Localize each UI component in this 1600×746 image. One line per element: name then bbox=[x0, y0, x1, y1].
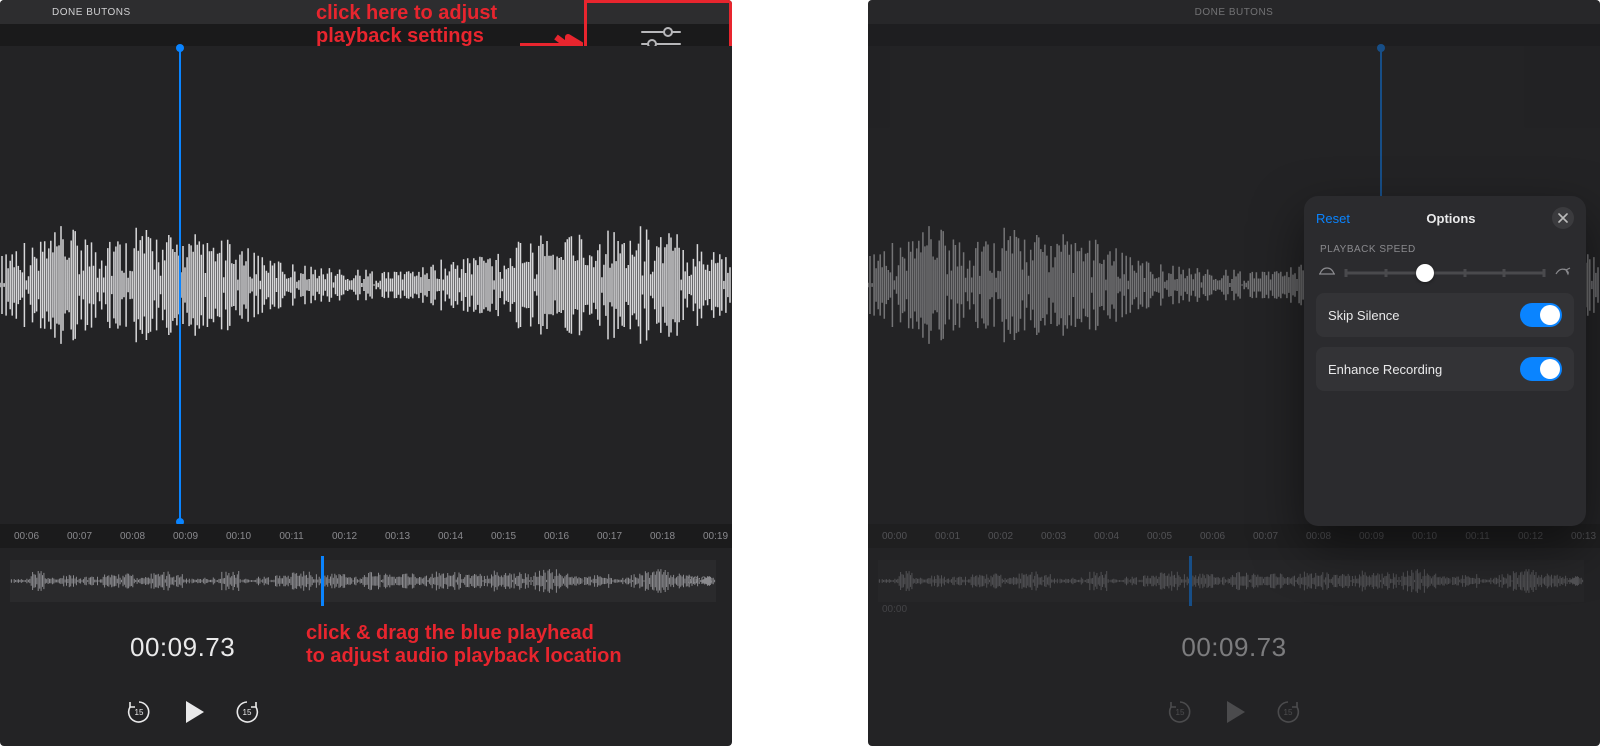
rewind-15-button[interactable]: 15 bbox=[126, 699, 152, 725]
time-ruler: 00:0600:0700:0800:0900:1000:1100:1200:13… bbox=[0, 524, 732, 548]
playback-speed-label: PLAYBACK SPEED bbox=[1320, 244, 1574, 255]
ruler-tick: 00:11 bbox=[1451, 531, 1504, 542]
ruler-tick: 00:11 bbox=[265, 531, 318, 542]
time-ruler: 00:0000:0100:0200:0300:0400:0500:0600:07… bbox=[868, 524, 1600, 548]
ruler-tick: 00:12 bbox=[1504, 531, 1557, 542]
ruler-tick: 00:14 bbox=[424, 531, 477, 542]
waveform-large[interactable] bbox=[0, 46, 732, 524]
header-strip bbox=[868, 24, 1600, 46]
enhance-recording-row: Enhance Recording bbox=[1316, 347, 1574, 391]
playhead-overview[interactable] bbox=[321, 556, 324, 606]
skip-silence-toggle[interactable] bbox=[1520, 303, 1562, 327]
current-time: 00:09.73 bbox=[0, 632, 732, 663]
ruler-tick: 00:01 bbox=[921, 531, 974, 542]
play-icon bbox=[178, 697, 208, 727]
enhance-recording-toggle[interactable] bbox=[1520, 357, 1562, 381]
hare-icon bbox=[1554, 264, 1572, 282]
ruler-tick: 00:09 bbox=[159, 531, 212, 542]
ruler-tick: 00:05 bbox=[1133, 531, 1186, 542]
svg-text:15: 15 bbox=[243, 708, 252, 717]
ruler-tick: 00:10 bbox=[1398, 531, 1451, 542]
close-icon bbox=[1558, 213, 1568, 223]
ruler-tick: 00:03 bbox=[1027, 531, 1080, 542]
forward-15-button[interactable]: 15 bbox=[1275, 699, 1301, 725]
ruler-tick: 00:09 bbox=[1345, 531, 1398, 542]
svg-text:15: 15 bbox=[135, 708, 144, 717]
ruler-tick: 00:08 bbox=[106, 531, 159, 542]
ruler-tick: 00:18 bbox=[636, 531, 689, 542]
ruler-tick: 00:12 bbox=[318, 531, 371, 542]
ruler-tick: 00:08 bbox=[1292, 531, 1345, 542]
playback-controls: 15 15 bbox=[868, 692, 1600, 732]
reset-button[interactable]: Reset bbox=[1316, 211, 1350, 226]
ruler-tick: 00:02 bbox=[974, 531, 1027, 542]
play-icon bbox=[1219, 697, 1249, 727]
overview-end-time: 00:33 bbox=[687, 576, 716, 587]
ruler-tick: 00:13 bbox=[371, 531, 424, 542]
ruler-tick: 00:06 bbox=[1186, 531, 1239, 542]
playback-speed-slider[interactable] bbox=[1346, 263, 1544, 283]
waveform-graphic bbox=[0, 195, 732, 375]
skip-silence-row: Skip Silence bbox=[1316, 293, 1574, 337]
ruler-tick: 00:16 bbox=[530, 531, 583, 542]
current-time: 00:09.73 bbox=[868, 632, 1600, 663]
svg-text:15: 15 bbox=[1284, 708, 1293, 717]
ruler-tick: 00:10 bbox=[212, 531, 265, 542]
overview-start-time: 00:00 bbox=[882, 604, 907, 615]
close-button[interactable] bbox=[1552, 207, 1574, 229]
playback-controls: 15 15 bbox=[0, 692, 732, 732]
ruler-tick: 00:15 bbox=[477, 531, 530, 542]
done-label[interactable]: DONE BUTONS bbox=[0, 7, 131, 18]
waveform-overview[interactable]: 00:00 bbox=[878, 560, 1584, 602]
done-label[interactable]: DONE BUTONS bbox=[868, 7, 1600, 18]
play-button[interactable] bbox=[178, 697, 208, 727]
enhance-recording-label: Enhance Recording bbox=[1328, 362, 1442, 377]
ruler-tick: 00:17 bbox=[583, 531, 636, 542]
play-button[interactable] bbox=[1219, 697, 1249, 727]
rewind-15-button[interactable]: 15 bbox=[1167, 699, 1193, 725]
ruler-tick: 00:07 bbox=[1239, 531, 1292, 542]
ruler-tick: 00:06 bbox=[0, 531, 53, 542]
popover-title: Options bbox=[1426, 211, 1475, 226]
ruler-tick: 00:00 bbox=[868, 531, 921, 542]
turtle-icon bbox=[1318, 264, 1336, 282]
waveform-mini-graphic bbox=[10, 560, 716, 602]
skip-silence-label: Skip Silence bbox=[1328, 308, 1400, 323]
playhead-overview[interactable] bbox=[1189, 556, 1192, 606]
titlebar: DONE BUTONS bbox=[868, 0, 1600, 24]
ruler-tick: 00:07 bbox=[53, 531, 106, 542]
waveform-overview[interactable]: 00:33 00:00 bbox=[10, 560, 716, 602]
waveform-mini-graphic bbox=[878, 560, 1584, 602]
svg-text:15: 15 bbox=[1176, 708, 1185, 717]
forward-15-button[interactable]: 15 bbox=[234, 699, 260, 725]
playhead-large[interactable] bbox=[179, 46, 181, 524]
ruler-tick: 00:13 bbox=[1557, 531, 1600, 542]
options-popover: Reset Options PLAYBACK SPEED bbox=[1304, 196, 1586, 526]
ruler-tick: 00:19 bbox=[689, 531, 732, 542]
ruler-tick: 00:04 bbox=[1080, 531, 1133, 542]
